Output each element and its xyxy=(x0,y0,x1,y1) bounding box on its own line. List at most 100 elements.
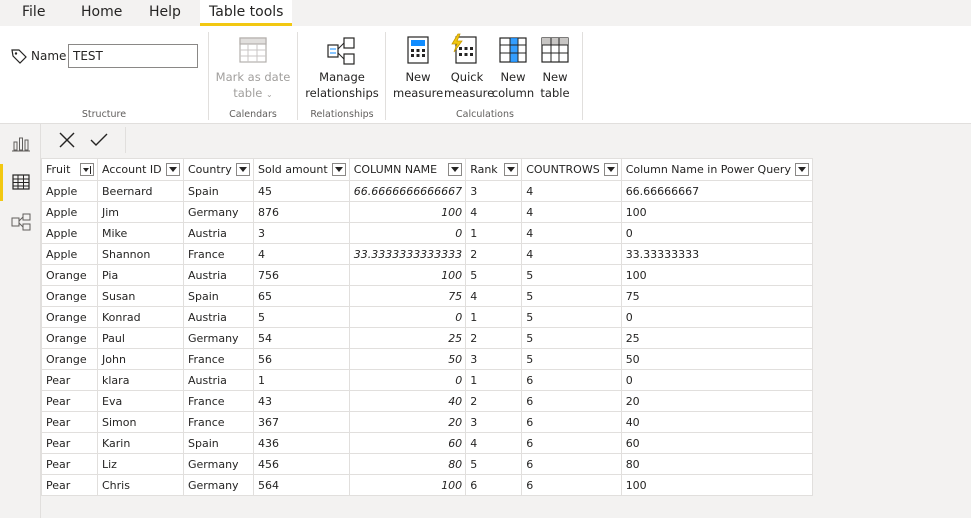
table-cell[interactable]: 100 xyxy=(620,201,813,223)
sort-filter-icon[interactable] xyxy=(80,163,94,176)
table-cell[interactable]: 6 xyxy=(521,432,622,454)
table-cell[interactable]: Germany xyxy=(183,453,254,475)
table-cell[interactable]: 3 xyxy=(465,180,523,202)
table-cell[interactable]: 5 xyxy=(465,453,523,475)
table-row[interactable]: Pear Karin Spain 436 60 4 6 60 xyxy=(41,432,813,454)
filter-dropdown-icon[interactable] xyxy=(504,163,519,176)
table-cell[interactable]: Spain xyxy=(183,432,254,454)
table-cell[interactable]: 367 xyxy=(253,411,350,433)
column-header[interactable]: Account ID xyxy=(97,158,184,181)
table-cell[interactable]: France xyxy=(183,243,254,265)
menu-tab-home[interactable]: Home xyxy=(81,4,122,20)
filter-dropdown-icon[interactable] xyxy=(236,163,250,176)
table-cell[interactable]: 6 xyxy=(465,474,523,496)
table-cell[interactable]: France xyxy=(183,411,254,433)
filter-dropdown-icon[interactable] xyxy=(166,163,180,176)
table-cell[interactable]: 1 xyxy=(465,306,523,328)
column-header[interactable]: Country xyxy=(183,158,254,181)
table-cell[interactable]: Austria xyxy=(183,222,254,244)
table-cell[interactable]: Germany xyxy=(183,201,254,223)
new-column-button[interactable]: New column xyxy=(490,69,536,101)
table-cell[interactable]: Mike xyxy=(97,222,184,244)
table-cell[interactable]: 45 xyxy=(253,180,350,202)
table-cell[interactable]: 100 xyxy=(348,201,467,223)
filter-dropdown-icon[interactable] xyxy=(603,163,618,176)
table-cell[interactable]: 5 xyxy=(521,285,622,307)
table-cell[interactable]: Simon xyxy=(97,411,184,433)
table-cell[interactable]: Orange xyxy=(41,348,98,370)
table-cell[interactable]: 0 xyxy=(348,306,467,328)
table-cell[interactable]: Spain xyxy=(183,285,254,307)
table-cell[interactable]: 436 xyxy=(253,432,350,454)
table-row[interactable]: Pear Liz Germany 456 80 5 6 80 xyxy=(41,453,813,475)
table-cell[interactable]: 2 xyxy=(465,390,523,412)
quick-measure-button[interactable]: Quick measure xyxy=(444,69,494,101)
menu-tab-file[interactable]: File xyxy=(22,4,45,20)
table-cell[interactable]: 1 xyxy=(465,222,523,244)
table-cell[interactable]: Shannon xyxy=(97,243,184,265)
table-cell[interactable]: France xyxy=(183,348,254,370)
table-cell[interactable]: 5 xyxy=(521,306,622,328)
table-cell[interactable]: Orange xyxy=(41,327,98,349)
table-cell[interactable]: Orange xyxy=(41,285,98,307)
table-cell[interactable]: 4 xyxy=(465,432,523,454)
table-cell[interactable]: 564 xyxy=(253,474,350,496)
table-cell[interactable]: 0 xyxy=(348,369,467,391)
table-cell[interactable]: 1 xyxy=(253,369,350,391)
table-cell[interactable]: 6 xyxy=(521,369,622,391)
filter-dropdown-icon[interactable] xyxy=(331,163,346,176)
table-cell[interactable]: 40 xyxy=(620,411,813,433)
table-cell[interactable]: 100 xyxy=(620,264,813,286)
new-table-button[interactable]: New table xyxy=(536,69,574,101)
table-cell[interactable]: Konrad xyxy=(97,306,184,328)
table-cell[interactable]: 6 xyxy=(521,390,622,412)
table-row[interactable]: Pear Simon France 367 20 3 6 40 xyxy=(41,411,813,433)
table-cell[interactable]: Liz xyxy=(97,453,184,475)
table-cell[interactable]: 756 xyxy=(253,264,350,286)
table-cell[interactable]: 4 xyxy=(521,243,622,265)
table-cell[interactable]: 60 xyxy=(348,432,467,454)
table-cell[interactable]: 1 xyxy=(465,369,523,391)
mark-as-date-table-button[interactable]: Mark as date table ⌄ xyxy=(212,69,294,103)
table-cell[interactable]: 65 xyxy=(253,285,350,307)
table-cell[interactable]: Germany xyxy=(183,327,254,349)
table-cell[interactable]: 20 xyxy=(620,390,813,412)
table-cell[interactable]: Pear xyxy=(41,432,98,454)
table-cell[interactable]: klara xyxy=(97,369,184,391)
data-view-icon[interactable] xyxy=(11,172,31,192)
close-icon[interactable] xyxy=(58,131,76,149)
table-cell[interactable]: France xyxy=(183,390,254,412)
table-row[interactable]: Orange Konrad Austria 5 0 1 5 0 xyxy=(41,306,813,328)
table-cell[interactable]: Orange xyxy=(41,264,98,286)
manage-relationships-button[interactable]: Manage relationships xyxy=(302,69,382,101)
table-cell[interactable]: 80 xyxy=(348,453,467,475)
table-cell[interactable]: 4 xyxy=(521,201,622,223)
table-row[interactable]: Apple Jim Germany 876 100 4 4 100 xyxy=(41,201,813,223)
menu-tab-table-tools[interactable]: Table tools xyxy=(200,0,293,26)
table-cell[interactable]: 66.66666667 xyxy=(620,180,813,202)
table-row[interactable]: Orange Paul Germany 54 25 2 5 25 xyxy=(41,327,813,349)
table-cell[interactable]: Spain xyxy=(183,180,254,202)
table-cell[interactable]: 3 xyxy=(253,222,350,244)
table-cell[interactable]: 6 xyxy=(521,474,622,496)
table-cell[interactable]: Jim xyxy=(97,201,184,223)
table-cell[interactable]: 66.6666666666667 xyxy=(348,180,467,202)
table-cell[interactable]: 50 xyxy=(620,348,813,370)
table-cell[interactable]: 33.3333333333333 xyxy=(348,243,467,265)
table-cell[interactable]: 75 xyxy=(620,285,813,307)
column-header[interactable]: COUNTROWS xyxy=(521,158,622,181)
column-header[interactable]: Column Name in Power Query xyxy=(620,158,813,181)
table-cell[interactable]: Austria xyxy=(183,306,254,328)
table-cell[interactable]: 80 xyxy=(620,453,813,475)
table-cell[interactable]: Pear xyxy=(41,411,98,433)
table-cell[interactable]: John xyxy=(97,348,184,370)
filter-dropdown-icon[interactable] xyxy=(794,163,809,176)
table-cell[interactable]: 100 xyxy=(348,474,467,496)
menu-tab-help[interactable]: Help xyxy=(149,4,181,20)
table-cell[interactable]: 6 xyxy=(521,411,622,433)
table-cell[interactable]: 5 xyxy=(521,327,622,349)
column-header[interactable]: Rank xyxy=(465,158,523,181)
table-cell[interactable]: 5 xyxy=(521,264,622,286)
table-cell[interactable]: Orange xyxy=(41,306,98,328)
table-row[interactable]: Apple Shannon France 4 33.3333333333333 2 4 33.… xyxy=(41,243,813,265)
